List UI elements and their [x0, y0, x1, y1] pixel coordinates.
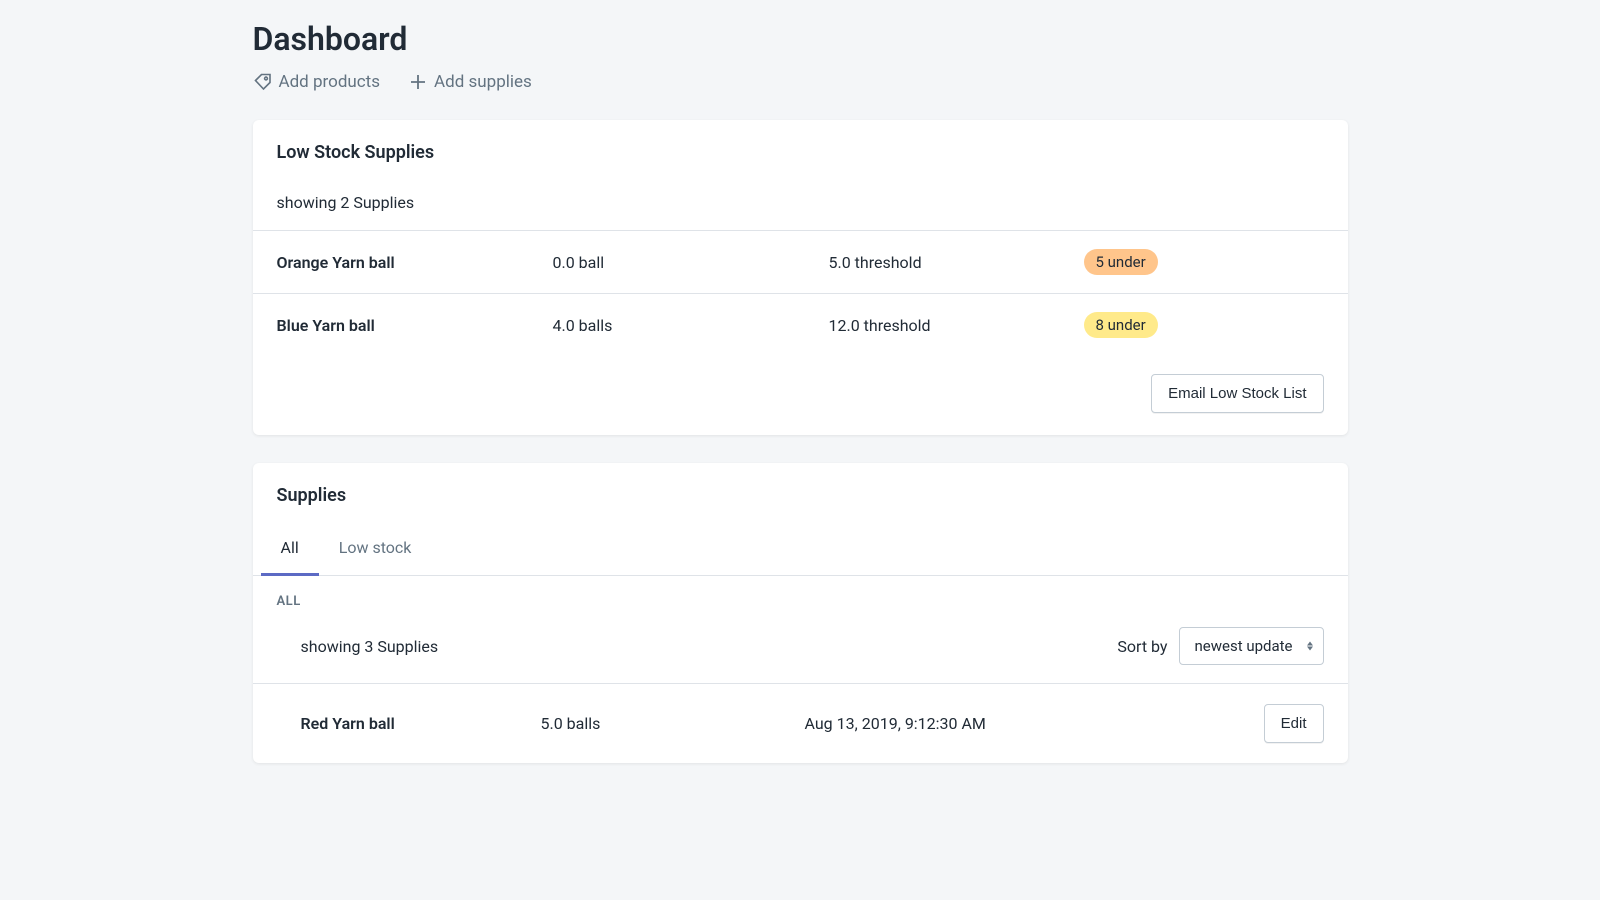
email-low-stock-button[interactable]: Email Low Stock List	[1151, 374, 1323, 413]
panel-controls: showing 3 Supplies Sort by newest update	[253, 609, 1348, 683]
tab-all[interactable]: All	[261, 524, 319, 576]
panel-label: ALL	[253, 576, 1348, 609]
select-arrows-icon	[1307, 642, 1313, 651]
add-products-link[interactable]: Add products	[253, 72, 381, 92]
supplies-showing: showing 3 Supplies	[277, 637, 439, 656]
page-title: Dashboard	[253, 20, 1348, 58]
low-stock-row: Orange Yarn ball 0.0 ball 5.0 threshold …	[253, 230, 1348, 293]
edit-button[interactable]: Edit	[1264, 704, 1324, 743]
supply-date: Aug 13, 2019, 9:12:30 AM	[805, 714, 1264, 733]
supply-quantity: 0.0 ball	[553, 253, 829, 272]
supply-threshold: 12.0 threshold	[829, 316, 1084, 335]
sort-select[interactable]: newest update	[1179, 627, 1323, 665]
add-products-label: Add products	[279, 72, 381, 92]
header-actions: Add products Add supplies	[253, 72, 1348, 92]
low-stock-row: Blue Yarn ball 4.0 balls 12.0 threshold …	[253, 293, 1348, 356]
add-supplies-link[interactable]: Add supplies	[408, 72, 532, 92]
sort-by-label: Sort by	[1117, 637, 1167, 656]
under-badge: 8 under	[1084, 312, 1158, 338]
supply-row: Red Yarn ball 5.0 balls Aug 13, 2019, 9:…	[253, 683, 1348, 763]
under-badge: 5 under	[1084, 249, 1158, 275]
page-header: Dashboard Add products Add supplies	[253, 20, 1348, 92]
supply-name: Orange Yarn ball	[277, 253, 553, 272]
supplies-title: Supplies	[277, 485, 1324, 506]
low-stock-title: Low Stock Supplies	[277, 142, 1324, 163]
supply-name: Red Yarn ball	[277, 714, 541, 733]
sort-select-value: newest update	[1194, 637, 1292, 655]
supply-quantity: 5.0 balls	[541, 714, 805, 733]
low-stock-showing: showing 2 Supplies	[253, 163, 1348, 230]
tag-icon	[253, 72, 273, 92]
supply-threshold: 5.0 threshold	[829, 253, 1084, 272]
low-stock-card: Low Stock Supplies showing 2 Supplies Or…	[253, 120, 1348, 435]
supplies-card: Supplies All Low stock ALL showing 3 Sup…	[253, 463, 1348, 763]
supplies-tabs: All Low stock	[253, 524, 1348, 576]
add-supplies-label: Add supplies	[434, 72, 532, 92]
tab-low-stock[interactable]: Low stock	[319, 524, 432, 576]
plus-icon	[408, 72, 428, 92]
supply-quantity: 4.0 balls	[553, 316, 829, 335]
supply-name: Blue Yarn ball	[277, 316, 553, 335]
